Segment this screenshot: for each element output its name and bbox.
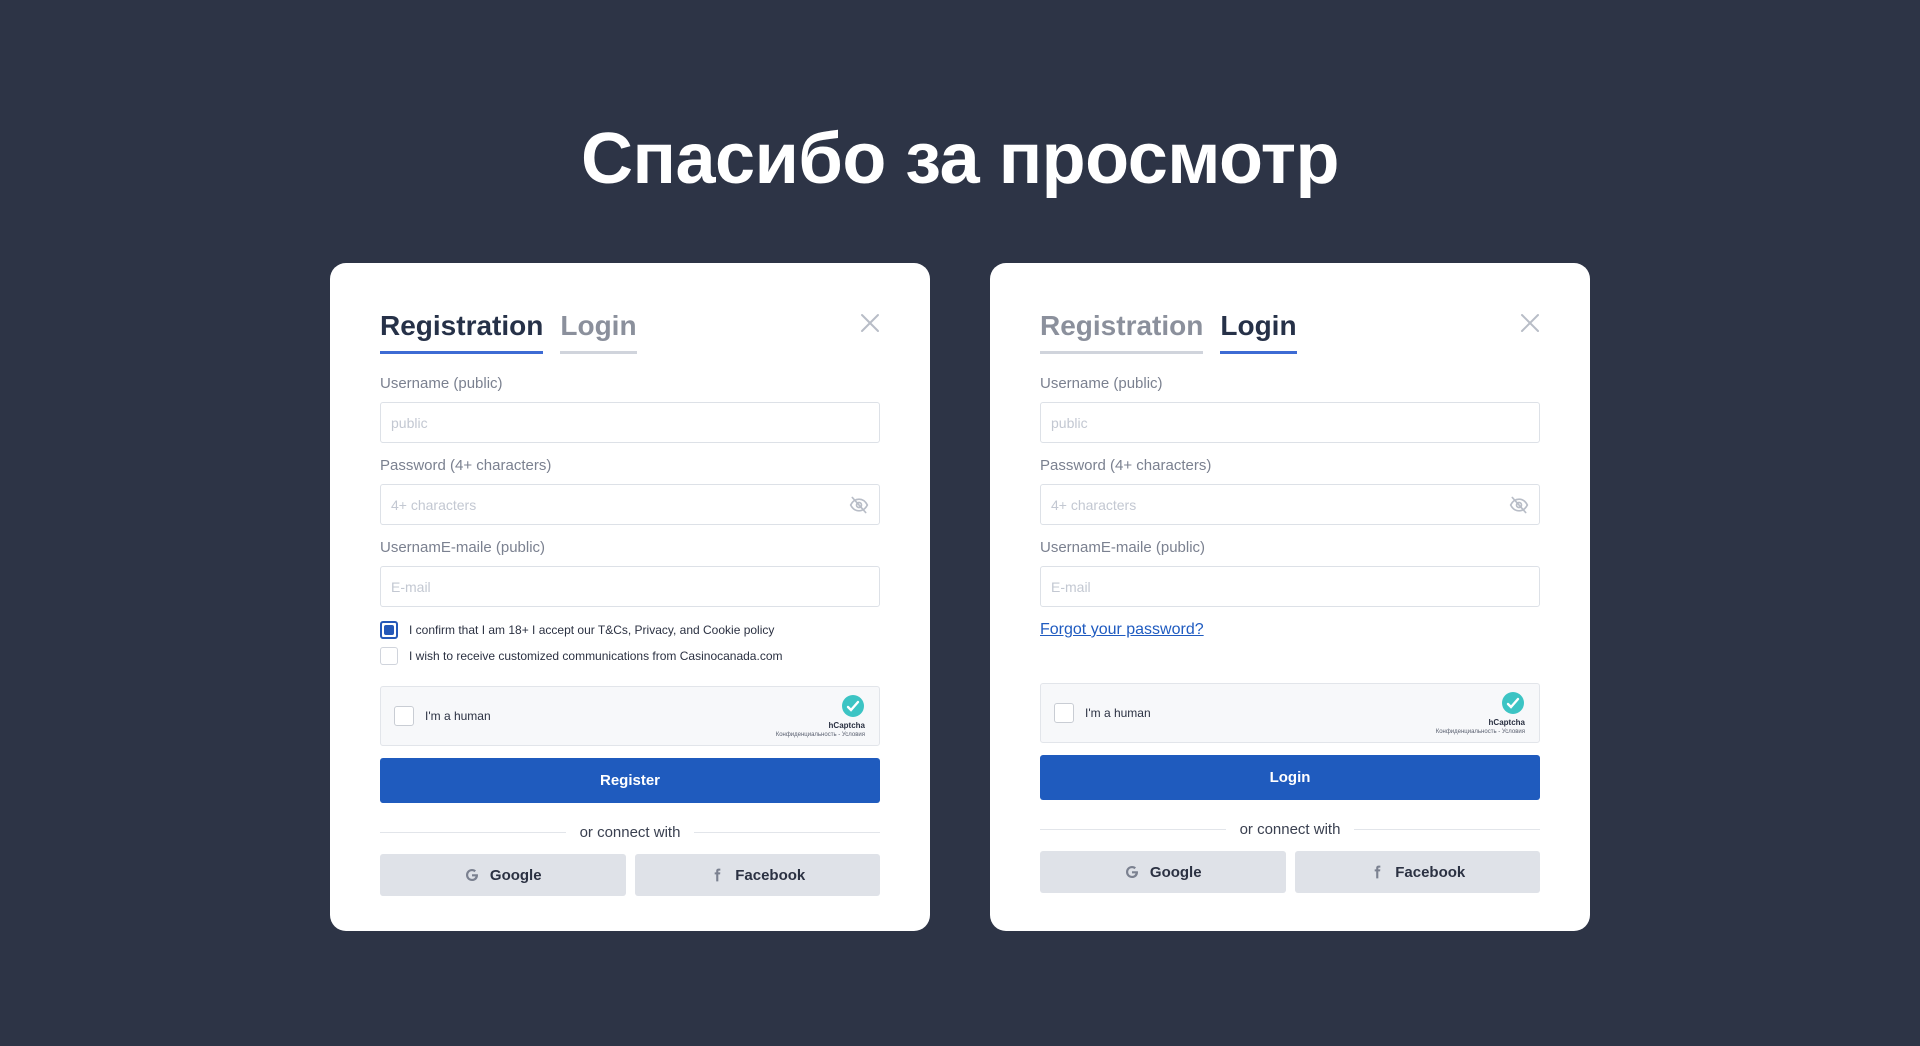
password-label: Password (4+ characters) — [380, 457, 552, 474]
connect-divider: or connect with — [1040, 820, 1541, 838]
email-field-wrapper — [1040, 566, 1540, 607]
tab-login[interactable]: Login — [1220, 309, 1297, 354]
captcha-widget: I'm a human hCaptcha Конфиденциальность … — [1040, 683, 1540, 743]
terms-checkbox-label: I confirm that I am 18+ I accept our T&C… — [409, 623, 775, 637]
email-field-wrapper — [380, 566, 880, 607]
captcha-label: I'm a human — [425, 709, 491, 723]
close-icon[interactable] — [1518, 311, 1542, 335]
password-input[interactable] — [381, 485, 879, 524]
login-button[interactable]: Login — [1040, 755, 1540, 800]
username-label: Username (public) — [380, 375, 503, 392]
username-input[interactable] — [1041, 403, 1539, 442]
google-label: Google — [489, 866, 542, 884]
captcha-links[interactable]: Конфиденциальность - Условия — [776, 732, 865, 738]
tab-registration[interactable]: Registration — [380, 309, 544, 354]
password-label: Password (4+ characters) — [1040, 457, 1212, 474]
divider-line — [1354, 828, 1541, 830]
connect-text: or connect with — [1239, 820, 1341, 838]
comms-checkbox[interactable] — [380, 647, 398, 665]
connect-text: or connect with — [579, 823, 681, 841]
login-card: Registration Login Username (public) Pas… — [990, 263, 1590, 931]
page-heading: Спасибо за просмотр — [581, 119, 1339, 199]
social-buttons: Google Facebook — [1040, 851, 1540, 893]
facebook-label: Facebook — [735, 866, 806, 884]
divider-line — [1040, 828, 1226, 830]
password-input[interactable] — [1041, 485, 1539, 524]
captcha-checkbox[interactable] — [394, 706, 414, 726]
divider-line — [694, 831, 881, 833]
facebook-icon — [1374, 865, 1381, 879]
hcaptcha-logo-icon — [1502, 692, 1524, 714]
eye-off-icon[interactable] — [1509, 495, 1529, 515]
username-input[interactable] — [381, 403, 879, 442]
username-label: Username (public) — [1040, 375, 1163, 392]
hcaptcha-logo-icon — [842, 695, 864, 717]
email-label: UsernamE-maile (public) — [1040, 539, 1206, 556]
comms-checkbox-row: I wish to receive customized communicati… — [380, 646, 880, 666]
connect-divider: or connect with — [380, 823, 881, 841]
facebook-button[interactable]: Facebook — [1294, 851, 1540, 893]
captcha-checkbox[interactable] — [1054, 703, 1074, 723]
google-button[interactable]: Google — [380, 854, 626, 896]
forgot-password-link[interactable]: Forgot your password? — [1040, 621, 1540, 641]
eye-off-icon[interactable] — [849, 495, 869, 515]
consent-checkboxes: I confirm that I am 18+ I accept our T&C… — [380, 620, 880, 666]
captcha-brand: hCaptcha — [828, 721, 865, 730]
facebook-label: Facebook — [1395, 863, 1466, 881]
email-input[interactable] — [1041, 567, 1539, 606]
divider-line — [380, 831, 566, 833]
password-field-wrapper — [1040, 484, 1540, 525]
auth-tabs: Registration Login — [1040, 309, 1540, 361]
tab-registration[interactable]: Registration — [1040, 309, 1204, 354]
register-button[interactable]: Register — [380, 758, 880, 803]
google-label: Google — [1149, 863, 1202, 881]
username-field-wrapper — [1040, 402, 1540, 443]
google-icon — [465, 869, 478, 881]
terms-checkbox-row: I confirm that I am 18+ I accept our T&C… — [380, 620, 880, 640]
captcha-label: I'm a human — [1085, 706, 1151, 720]
google-icon — [1125, 866, 1138, 878]
password-field-wrapper — [380, 484, 880, 525]
email-input[interactable] — [381, 567, 879, 606]
captcha-widget: I'm a human hCaptcha Конфиденциальность … — [380, 686, 880, 746]
facebook-button[interactable]: Facebook — [634, 854, 880, 896]
username-field-wrapper — [380, 402, 880, 443]
terms-checkbox[interactable] — [380, 621, 398, 639]
registration-card: Registration Login Username (public) Pas… — [330, 263, 930, 931]
comms-checkbox-label: I wish to receive customized communicati… — [409, 649, 783, 663]
facebook-icon — [714, 868, 721, 882]
captcha-links[interactable]: Конфиденциальность - Условия — [1436, 729, 1525, 735]
email-label: UsernamE-maile (public) — [380, 539, 546, 556]
close-icon[interactable] — [858, 311, 882, 335]
auth-tabs: Registration Login — [380, 309, 880, 361]
captcha-brand: hCaptcha — [1488, 718, 1525, 727]
tab-login[interactable]: Login — [560, 309, 637, 354]
social-buttons: Google Facebook — [380, 854, 880, 896]
google-button[interactable]: Google — [1040, 851, 1286, 893]
